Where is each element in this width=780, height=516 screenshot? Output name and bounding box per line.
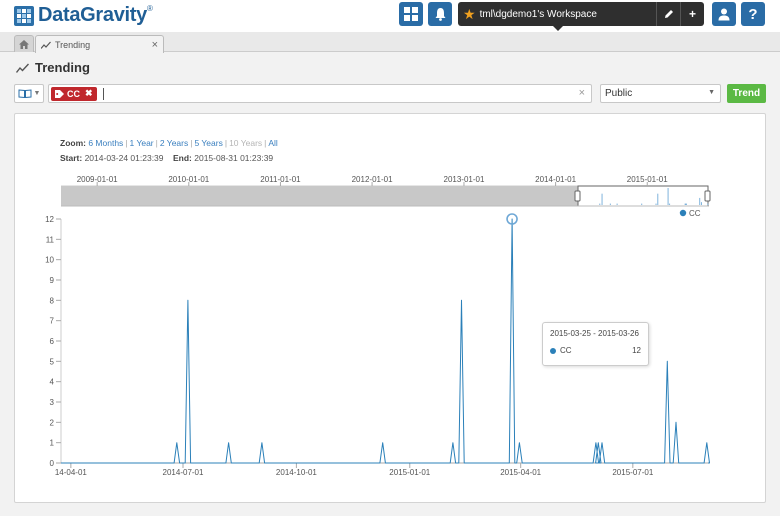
trend-button[interactable]: Trend xyxy=(727,84,766,103)
chart-tooltip: 2015-03-25 - 2015-03-26 CC 12 xyxy=(542,322,649,366)
text-cursor xyxy=(102,87,104,100)
saved-searches-button[interactable]: ▼ xyxy=(14,84,44,103)
tab-bar: Trending × xyxy=(0,32,780,53)
tooltip-series: CC xyxy=(560,346,572,355)
notifications-button[interactable] xyxy=(428,2,452,26)
start-value: 2014-03-24 01:23:39 xyxy=(84,153,164,163)
help-button[interactable]: ? xyxy=(741,2,765,26)
zoom-5-years[interactable]: 5 Years xyxy=(194,138,222,148)
start-label: Start: xyxy=(60,153,83,163)
page-title-text: Trending xyxy=(35,60,90,75)
page-title: Trending xyxy=(16,60,90,75)
pencil-icon xyxy=(664,10,673,18)
brand-name: DataGravity® xyxy=(38,4,153,26)
zoom-10-years: 10 Years xyxy=(229,138,263,148)
zoom-2-years[interactable]: 2 Years xyxy=(160,138,188,148)
dashboard-grid-icon xyxy=(404,7,418,21)
help-icon: ? xyxy=(748,5,758,23)
tag-icon xyxy=(55,89,64,98)
tooltip-marker xyxy=(550,347,556,354)
tag-chip-cc[interactable]: CC ✖ xyxy=(51,86,97,101)
tab-close-icon[interactable]: × xyxy=(152,39,158,51)
scope-select-value: Public xyxy=(605,88,633,99)
zoom-6-months[interactable]: 6 Months xyxy=(88,138,123,148)
remove-tag-icon[interactable]: ✖ xyxy=(85,88,93,99)
workspace-caret xyxy=(553,26,563,31)
clear-search-icon[interactable]: × xyxy=(579,87,585,99)
scope-select[interactable]: Public ▼ xyxy=(600,84,721,103)
trend-icon xyxy=(16,63,29,73)
home-icon xyxy=(19,39,29,49)
zoom-all[interactable]: All xyxy=(268,138,277,148)
brand-logo[interactable]: DataGravity® xyxy=(14,4,153,27)
end-label: End: xyxy=(172,153,192,163)
date-range: Start: 2014-03-24 01:23:39 End: 2015-08-… xyxy=(60,153,273,163)
chevron-down-icon: ▼ xyxy=(33,90,41,97)
zoom-label: Zoom: xyxy=(60,138,86,148)
top-header: DataGravity® ★ tml\dgdemo1's Workspace +… xyxy=(0,0,780,32)
tab-trending-label: Trending xyxy=(55,39,91,50)
search-input[interactable]: CC ✖ × xyxy=(48,84,592,103)
edit-workspace-button[interactable] xyxy=(656,2,680,26)
brand-logo-icon xyxy=(14,5,34,26)
user-profile-button[interactable] xyxy=(712,2,736,26)
star-icon: ★ xyxy=(463,5,476,22)
dashboard-button[interactable] xyxy=(399,2,423,26)
bell-icon xyxy=(435,8,445,21)
workspace-label: tml\dgdemo1's Workspace xyxy=(479,8,597,20)
tag-chip-label: CC xyxy=(67,88,80,99)
trend-icon xyxy=(41,41,51,49)
chart-panel xyxy=(14,113,766,503)
user-icon xyxy=(718,8,730,21)
workspace-switcher[interactable]: ★ tml\dgdemo1's Workspace + xyxy=(458,2,704,26)
zoom-selector: Zoom: 6 Months | 1 Year | 2 Years | 5 Years | 10… xyxy=(60,138,278,148)
tooltip-value: 12 xyxy=(632,346,641,355)
book-icon xyxy=(18,89,32,98)
end-value: 2015-08-31 01:23:39 xyxy=(194,153,274,163)
tab-trending[interactable]: Trending × xyxy=(35,35,164,53)
add-workspace-button[interactable]: + xyxy=(680,2,704,26)
chevron-down-icon: ▼ xyxy=(708,89,715,96)
zoom-1-year[interactable]: 1 Year xyxy=(130,138,154,148)
tooltip-range: 2015-03-25 - 2015-03-26 xyxy=(550,329,639,338)
tab-home[interactable] xyxy=(14,35,34,52)
